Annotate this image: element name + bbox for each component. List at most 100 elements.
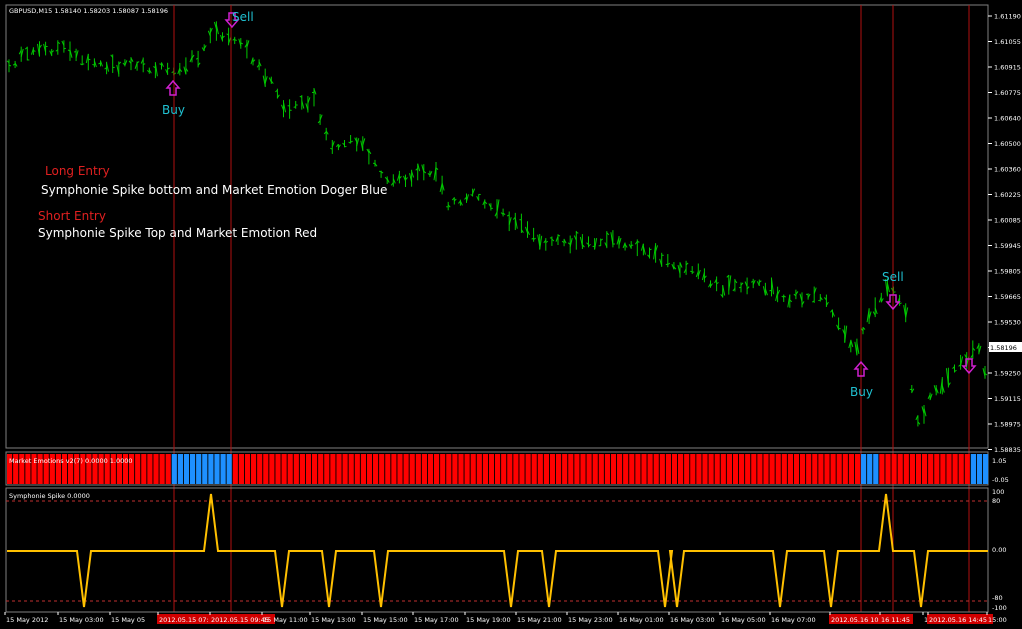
spike-scale-minus80: -80 — [992, 594, 1003, 602]
emotion-bar-blue — [177, 454, 183, 484]
emotion-bar-red — [507, 454, 513, 484]
price-tick-label: 1.59530 — [994, 319, 1021, 327]
emotion-bar-red — [531, 454, 537, 484]
time-label: 15 May 11:00 — [263, 616, 308, 624]
signal-label: Buy — [162, 103, 185, 117]
emotion-bar-red — [915, 454, 922, 484]
emotion-bar-red — [476, 454, 482, 484]
price-bar-open — [690, 270, 693, 273]
emotion-bar-red — [147, 454, 153, 484]
emotion-bar-red — [641, 454, 647, 484]
emotion-bar-red — [671, 454, 678, 484]
emotion-bar-red — [812, 454, 818, 484]
emotion-bar-red — [330, 454, 336, 484]
emotion-bar-red — [586, 454, 592, 484]
emotion-bar-red — [580, 454, 586, 484]
price-tick-label: 1.60360 — [994, 166, 1021, 174]
emotion-bar-red — [763, 454, 769, 484]
time-label: 15 May 13:00 — [311, 616, 356, 624]
emotion-bar-red — [842, 454, 848, 484]
emotion-bar-red — [928, 454, 934, 484]
emotion-bar-red — [312, 454, 318, 484]
emotion-bar-red — [324, 454, 330, 484]
emotion-bar-red — [549, 454, 556, 484]
emotion-bar-red — [495, 454, 501, 484]
price-tick-label: 1.58835 — [994, 446, 1021, 454]
emotion-bar-red — [464, 454, 470, 484]
emotion-bar-blue — [976, 454, 983, 484]
emotion-bar-red — [159, 454, 165, 484]
emotion-bar-red — [305, 454, 312, 484]
price-bar-open — [738, 286, 742, 289]
emotion-bar-red — [244, 454, 251, 484]
emotion-bar-red — [653, 454, 659, 484]
time-label: 2012.05.15 07:30 — [159, 616, 217, 624]
spike-scale-100: 100 — [992, 488, 1004, 496]
short-entry-text: Symphonie Spike Top and Market Emotion R… — [38, 226, 317, 240]
emotion-bar-red — [269, 454, 275, 484]
price-tick-label: 1.60775 — [994, 89, 1021, 97]
emotion-bar-red — [897, 454, 903, 484]
time-label: 16 May 07:00 — [771, 616, 816, 624]
emotion-bar-red — [793, 454, 800, 484]
price-tick-label: 1.59665 — [994, 293, 1021, 301]
emotion-bar-red — [848, 454, 854, 484]
price-tick-label: 1.60640 — [994, 115, 1021, 123]
emotion-bar-red — [732, 454, 739, 484]
emotion-bar-red — [610, 454, 617, 484]
spike-scale-minus100: -100 — [992, 604, 1007, 612]
emotion-bar-red — [702, 454, 708, 484]
emotion-bar-red — [830, 454, 836, 484]
emotion-bar-red — [665, 454, 671, 484]
emotion-bar-red — [946, 454, 952, 484]
emotion-bar-red — [513, 454, 519, 484]
emotion-bar-red — [470, 454, 476, 484]
emotion-bars — [7, 454, 989, 484]
long-entry-title: Long Entry — [45, 164, 110, 178]
emotion-bar-red — [891, 454, 897, 484]
emotion-bar-blue — [970, 454, 976, 484]
emotion-bar-red — [824, 454, 830, 484]
price-tick-label: 1.60085 — [994, 217, 1021, 225]
price-tick-label: 1.61190 — [994, 13, 1021, 21]
emotion-bar-red — [366, 454, 373, 484]
price-tick-label: 1.59250 — [994, 370, 1021, 378]
emotion-bar-red — [934, 454, 940, 484]
emotion-bar-red — [952, 454, 958, 484]
price-tick-label: 1.59945 — [994, 242, 1021, 250]
price-tick-label: 1.60915 — [994, 64, 1021, 72]
emotion-bar-red — [629, 454, 635, 484]
emotion-bar-red — [739, 454, 745, 484]
emotion-bar-red — [379, 454, 385, 484]
market-emotions-panel[interactable]: Market Emotions v2(7) 0.0000 1.0000 1.05… — [5, 451, 1009, 486]
time-label: 15 May 23:00 — [568, 616, 613, 624]
emotion-bar-blue — [220, 454, 226, 484]
emotion-bar-red — [684, 454, 690, 484]
price-tick-label: 1.59115 — [994, 395, 1021, 403]
emotion-bar-red — [336, 454, 342, 484]
emotion-bar-blue — [867, 454, 873, 484]
price-bar-open — [665, 263, 668, 266]
emotion-bar-red — [775, 454, 781, 484]
emotion-bar-red — [543, 454, 549, 484]
emotion-bar-red — [415, 454, 421, 484]
emotion-bar-red — [153, 454, 159, 484]
emotion-bar-blue — [202, 454, 208, 484]
price-bar-open — [769, 289, 772, 292]
emotion-bar-red — [940, 454, 946, 484]
emotion-bar-red — [135, 454, 141, 484]
emotion-bar-red — [360, 454, 366, 484]
emotion-bar-blue — [183, 454, 190, 484]
emotion-bar-red — [909, 454, 915, 484]
emotion-bar-blue — [190, 454, 196, 484]
emotion-bar-red — [879, 454, 885, 484]
emotion-bar-red — [385, 454, 391, 484]
signal-label: Buy — [850, 385, 873, 399]
price-bar-close — [82, 63, 85, 65]
emotion-bar-red — [818, 454, 824, 484]
emotion-bar-red — [427, 454, 434, 484]
time-label: 15 May 15:00 — [363, 616, 408, 624]
emotion-bar-red — [409, 454, 415, 484]
time-label: 2012.05.15 09:45 — [211, 616, 269, 624]
emotion-bar-red — [299, 454, 305, 484]
